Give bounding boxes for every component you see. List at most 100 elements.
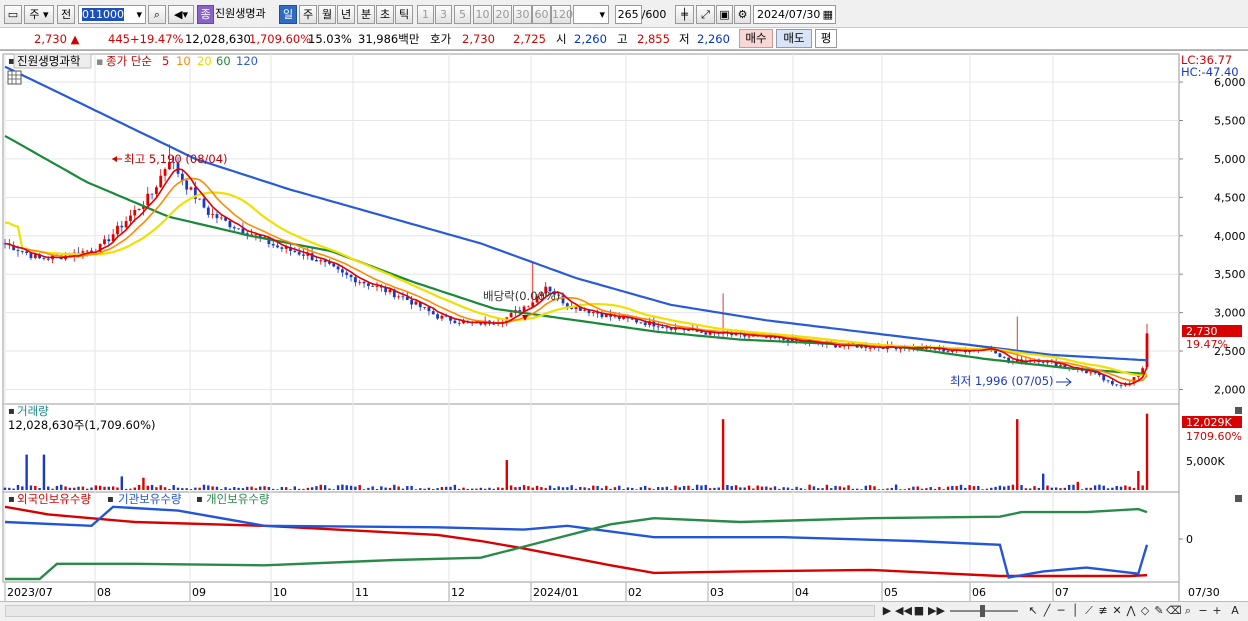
tab-year[interactable]: 년	[337, 5, 355, 24]
candle-body	[336, 266, 340, 270]
volume-bar	[1050, 487, 1054, 490]
volume-bar	[535, 485, 539, 490]
indicator-icon[interactable]: ⤢	[696, 5, 715, 24]
volume-bar	[791, 488, 794, 490]
minus-icon[interactable]: −	[1196, 604, 1210, 618]
candle-body	[509, 312, 513, 318]
gann-icon[interactable]: ✕	[1110, 604, 1124, 618]
trend-icon[interactable]: ⟋	[1082, 604, 1096, 618]
interval-10[interactable]: 10	[473, 5, 492, 24]
window-icon[interactable]: ▭	[4, 5, 22, 24]
volume-bar	[644, 485, 647, 490]
calendar-icon[interactable]: ▦	[823, 6, 833, 23]
candle-body	[206, 207, 210, 215]
interval-20[interactable]: 20	[493, 5, 512, 24]
close-icon[interactable]	[1235, 407, 1242, 414]
x-axis-label: 09	[192, 586, 206, 599]
pitch-icon[interactable]: ⋀	[1124, 604, 1138, 618]
tab-minute[interactable]: 분	[357, 5, 375, 24]
interval-60[interactable]: 60	[532, 5, 551, 24]
save-icon[interactable]: ▣	[716, 5, 733, 24]
prev-button[interactable]: 전	[57, 5, 75, 24]
scroll-track[interactable]	[5, 605, 875, 617]
close-icon[interactable]	[1235, 495, 1242, 502]
volume-bar	[548, 485, 552, 490]
group-icon[interactable]: 종	[197, 5, 214, 24]
interval-3[interactable]: 3	[435, 5, 452, 24]
candle-body	[103, 239, 106, 245]
eval-button[interactable]: 평	[815, 29, 837, 48]
count-input[interactable]: 265	[614, 5, 642, 24]
volume-bar	[635, 489, 638, 490]
volume-bar	[107, 486, 111, 490]
interval-120[interactable]: 120	[551, 5, 573, 24]
volume-bar	[691, 488, 694, 490]
tab-day[interactable]: 일	[279, 5, 297, 24]
zoom-handle[interactable]	[980, 605, 985, 617]
volume-bar	[1076, 481, 1079, 490]
stop-icon[interactable]: ■	[912, 604, 926, 618]
x-axis-label: 03	[710, 586, 724, 599]
volume-bar	[406, 486, 409, 490]
volume-bar	[263, 486, 266, 490]
volume-bar	[414, 489, 418, 490]
font-icon[interactable]: A	[1228, 604, 1242, 618]
gear-icon[interactable]: ⚙	[734, 5, 751, 24]
zoom-icon[interactable]: ⌕	[1181, 604, 1195, 618]
plus-icon[interactable]: +	[1210, 604, 1224, 618]
code-input[interactable]: 011000 ▾	[78, 5, 146, 24]
volume-bar	[782, 487, 785, 490]
volume-bar	[432, 489, 435, 490]
sound-icon[interactable]: ◀▾	[168, 5, 194, 24]
x-axis-label: 07	[1055, 586, 1069, 599]
date-input[interactable]: 2024/07/30 ▦	[753, 5, 836, 24]
cursor-icon[interactable]: ↖	[1026, 604, 1040, 618]
volume-bar	[925, 488, 928, 490]
fib-icon[interactable]: ≢	[1096, 604, 1110, 618]
volume-bar	[1063, 487, 1067, 490]
candle-type-icon[interactable]: ╪	[675, 5, 694, 24]
hline-icon[interactable]: ─	[1054, 604, 1068, 618]
price-tick: 3,500	[1214, 268, 1246, 281]
candle-body	[998, 353, 1002, 357]
volume-bar	[903, 489, 906, 490]
interval-5[interactable]: 5	[454, 5, 471, 24]
tab-month[interactable]: 월	[318, 5, 336, 24]
table-icon[interactable]	[7, 70, 22, 85]
volume-bar	[233, 487, 236, 490]
volume-bar	[1145, 413, 1149, 490]
candle-body	[293, 250, 297, 253]
candle-body	[185, 180, 189, 190]
candle-body	[85, 250, 89, 252]
pencil-icon[interactable]: ✎	[1152, 604, 1166, 618]
sell-button[interactable]: 매도	[776, 29, 812, 48]
eraser-icon[interactable]: ⌫	[1166, 604, 1182, 618]
volume-bar	[557, 486, 560, 490]
line-icon[interactable]: ╱	[1040, 604, 1054, 618]
market-select[interactable]: 주 ▾	[24, 5, 54, 24]
vline-icon[interactable]: │	[1068, 604, 1082, 618]
fast-forward-icon[interactable]: ▶▶	[928, 604, 945, 618]
rewind-icon[interactable]: ◀◀	[895, 604, 912, 618]
play-icon[interactable]: ▶	[880, 604, 894, 618]
candle-body	[159, 175, 163, 188]
interval-1[interactable]: 1	[417, 5, 434, 24]
low-value: 2,260	[697, 32, 730, 46]
volume-bar	[912, 486, 915, 490]
volume-bar	[458, 488, 461, 490]
up-arrow-icon: ▲	[70, 32, 80, 46]
volume-bar	[315, 486, 318, 490]
tab-week[interactable]: 주	[299, 5, 317, 24]
buy-button[interactable]: 매수	[739, 29, 773, 48]
tab-tick[interactable]: 틱	[395, 5, 413, 24]
volume-bar	[756, 485, 759, 490]
interval-30[interactable]: 30	[513, 5, 532, 24]
tab-second[interactable]: 초	[376, 5, 394, 24]
custom-interval-select[interactable]: ▾	[573, 5, 609, 24]
volume-bar	[94, 485, 98, 490]
shape-icon[interactable]: ◇	[1138, 604, 1152, 618]
search-icon[interactable]: ⌕	[148, 5, 166, 24]
volume-bar	[799, 488, 803, 490]
chart-svg[interactable]: ▪ 진원생명과학 ▪ 종가 단순 5 10 20 60 120 LC:36.77…	[0, 51, 1248, 603]
candle-body	[116, 225, 119, 235]
